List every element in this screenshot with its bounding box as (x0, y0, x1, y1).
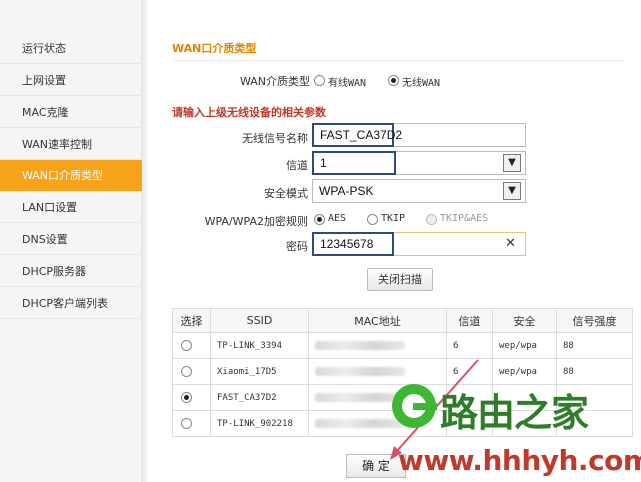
tkip-aes-radio (426, 214, 437, 225)
security-select[interactable]: WPA-PSK (312, 179, 526, 203)
row-select-radio[interactable] (181, 340, 192, 351)
sidebar-item-mac-clone[interactable]: MAC克隆 (0, 97, 142, 128)
row-signal: 88 (556, 332, 633, 359)
watermark-logo-icon (392, 384, 437, 428)
password-input[interactable]: 12345678 (312, 232, 394, 256)
watermark-name: 路由之家 (440, 391, 589, 435)
sidebar-item-lan[interactable]: LAN口设置 (0, 192, 142, 223)
mac-blur (315, 418, 405, 428)
row-select-radio[interactable] (181, 366, 192, 377)
instruction-text: 请输入上级无线设备的相关参数 (172, 106, 326, 119)
channel-dropdown-icon[interactable]: ▼ (503, 154, 521, 172)
aes-label: AES (328, 213, 347, 224)
column-header-mac: MAC地址 (308, 308, 447, 333)
row-channel: 6 (446, 332, 493, 359)
row-ssid: TP-LINK_902218 (210, 410, 309, 437)
mac-blur (315, 392, 405, 402)
row-security: wep/wpa (492, 358, 557, 385)
tkip-aes-label: TKIP&AES (440, 213, 489, 224)
row-select-radio[interactable] (181, 392, 192, 403)
sidebar: 运行状态 上网设置 MAC克隆 WAN速率控制 WAN口介质类型 LAN口设置 … (0, 0, 142, 482)
wan-medium-label: WAN介质类型 (239, 75, 310, 88)
row-security: wep/wpa (492, 332, 557, 359)
page-title: WAN口介质类型 (172, 42, 257, 55)
row-ssid: FAST_CA37D2 (210, 384, 309, 411)
row-ssid: TP-LINK_3394 (210, 332, 309, 359)
sidebar-item-dhcp-clients[interactable]: DHCP客户端列表 (0, 288, 142, 319)
ssid-input[interactable]: FAST_CA37D2 (312, 123, 402, 147)
column-header-channel: 信道 (446, 308, 493, 333)
mac-blur (315, 340, 405, 350)
close-scan-button[interactable]: 关闭扫描 (367, 268, 433, 291)
column-header-select: 选择 (172, 308, 211, 333)
aes-radio[interactable] (314, 214, 325, 225)
row-signal: 88 (556, 358, 633, 385)
table-row[interactable]: TP-LINK_3394 6 wep/wpa 88 (172, 332, 633, 359)
tkip-label: TKIP (381, 213, 406, 224)
wired-wan-label: 有线WAN (328, 78, 367, 89)
mac-blur (315, 366, 405, 376)
title-divider (172, 60, 624, 61)
sidebar-item-wan-medium[interactable]: WAN口介质类型 (0, 160, 142, 191)
row-select-radio[interactable] (181, 418, 192, 429)
tkip-radio[interactable] (367, 214, 378, 225)
sidebar-divider (142, 0, 148, 482)
wired-wan-radio[interactable] (314, 75, 325, 86)
column-header-signal: 信号强度 (556, 308, 633, 333)
encryption-label: WPA/WPA2加密规则 (204, 215, 308, 228)
clear-icon[interactable]: ✕ (505, 236, 516, 251)
wireless-wan-label: 无线WAN (402, 78, 441, 89)
table-header-row: 选择 SSID MAC地址 信道 安全 信号强度 (172, 308, 633, 333)
password-label: 密码 (286, 240, 308, 253)
ssid-label: 无线信号名称 (242, 132, 308, 145)
confirm-button[interactable]: 确 定 (346, 454, 406, 478)
column-header-ssid: SSID (210, 308, 309, 333)
security-dropdown-icon[interactable]: ▼ (503, 182, 521, 200)
channel-label: 信道 (286, 159, 308, 172)
sidebar-item-dns[interactable]: DNS设置 (0, 224, 142, 255)
sidebar-item-dhcp-server[interactable]: DHCP服务器 (0, 256, 142, 287)
row-mac (308, 358, 447, 385)
table-row[interactable]: Xiaomi_17D5 6 wep/wpa 88 (172, 358, 633, 385)
sidebar-item-wan-rate[interactable]: WAN速率控制 (0, 129, 142, 160)
channel-select[interactable]: 1 (312, 151, 396, 175)
column-header-security: 安全 (492, 308, 557, 333)
row-ssid: Xiaomi_17D5 (210, 358, 309, 385)
sidebar-item-status[interactable]: 运行状态 (0, 33, 142, 64)
wireless-wan-radio[interactable] (388, 75, 399, 86)
security-label: 安全模式 (264, 187, 308, 200)
sidebar-item-internet[interactable]: 上网设置 (0, 65, 142, 96)
watermark-url: www.hhhyh.com (398, 444, 641, 477)
row-mac (308, 332, 447, 359)
row-channel: 6 (446, 358, 493, 385)
